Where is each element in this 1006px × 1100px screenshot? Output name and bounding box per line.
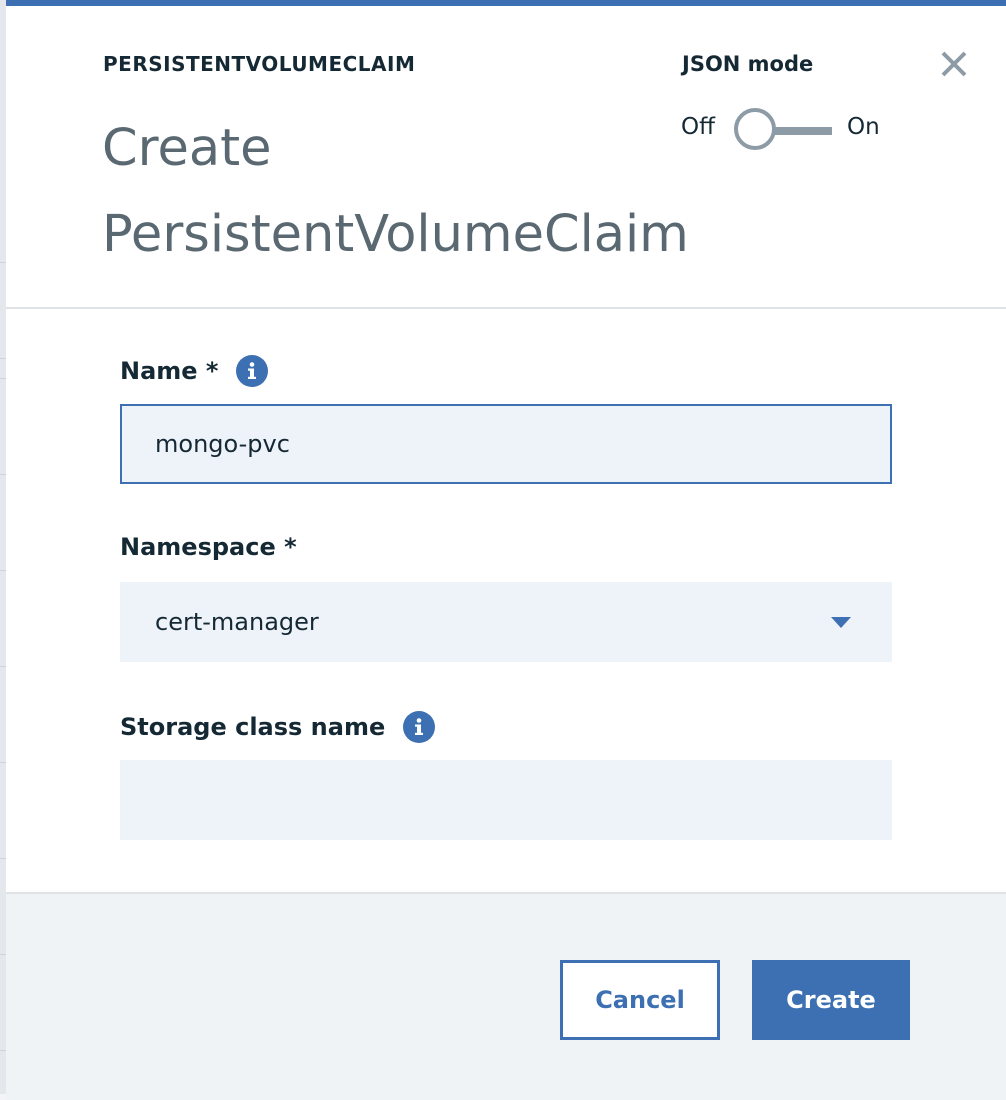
cancel-button[interactable]: Cancel (560, 960, 720, 1040)
name-input[interactable] (120, 404, 892, 484)
chevron-down-icon (831, 616, 851, 628)
json-mode-label: JSON mode (682, 52, 814, 76)
name-label-text: Name * (120, 357, 219, 385)
modal-footer: Cancel Create (6, 892, 1006, 1100)
storage-class-label: Storage class name (120, 711, 436, 743)
namespace-label-text: Namespace * (120, 533, 297, 561)
create-modal: PERSISTENTVOLUMECLAIM Create PersistentV… (6, 0, 1006, 1100)
info-icon[interactable] (403, 711, 436, 743)
storage-class-label-text: Storage class name (120, 713, 386, 741)
name-label: Name * (120, 355, 269, 387)
json-mode-toggle[interactable] (734, 107, 834, 157)
close-icon (941, 51, 967, 77)
modal-header: PERSISTENTVOLUMECLAIM Create PersistentV… (6, 6, 1006, 309)
resource-type-label: PERSISTENTVOLUMECLAIM (103, 52, 416, 76)
modal-title: Create PersistentVolumeClaim (102, 119, 689, 264)
toggle-on-label: On (847, 114, 880, 140)
namespace-label: Namespace * (120, 533, 297, 561)
modal-form: Name * Namespace * cert-manager Storage … (6, 307, 1006, 892)
close-button[interactable] (938, 48, 970, 80)
create-button[interactable]: Create (752, 960, 910, 1040)
namespace-selected-value: cert-manager (155, 608, 319, 636)
toggle-off-label: Off (681, 114, 715, 140)
namespace-select[interactable]: cert-manager (120, 582, 892, 662)
info-icon[interactable] (236, 355, 269, 387)
storage-class-input[interactable] (120, 760, 892, 840)
toggle-knob (734, 108, 776, 150)
